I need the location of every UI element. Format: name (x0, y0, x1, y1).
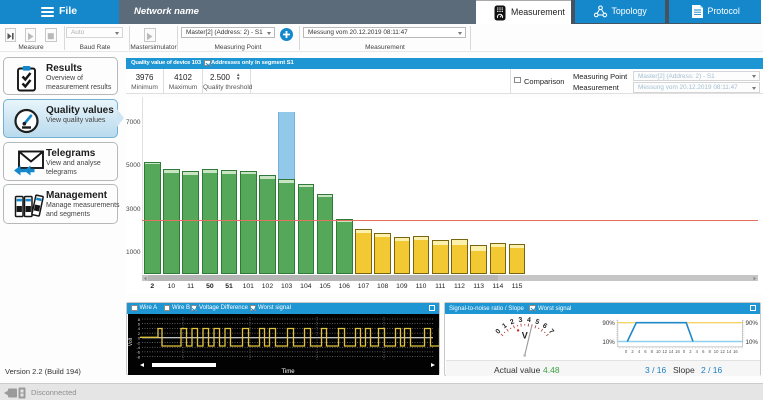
svg-text:90%: 90% (746, 320, 759, 327)
svg-text:10%: 10% (602, 339, 615, 346)
svg-text:4: 4 (527, 317, 532, 324)
svg-text:2: 2 (509, 318, 515, 326)
svg-text:16: 16 (733, 349, 738, 354)
svg-text:2: 2 (689, 349, 692, 354)
svg-text:8: 8 (651, 349, 654, 354)
svg-text:4: 4 (638, 349, 641, 354)
svg-text:10: 10 (656, 349, 661, 354)
svg-text:8: 8 (709, 349, 712, 354)
svg-text:10: 10 (714, 349, 719, 354)
svg-text:0: 0 (683, 349, 686, 354)
svg-text:Time: Time (281, 369, 295, 375)
svg-text:10%: 10% (746, 339, 759, 346)
svg-text:90%: 90% (602, 320, 615, 327)
svg-text:12: 12 (662, 349, 667, 354)
svg-text:6: 6 (541, 322, 548, 330)
svg-text:6: 6 (702, 349, 705, 354)
svg-text:1: 1 (501, 322, 508, 330)
svg-text:V: V (522, 330, 528, 340)
svg-text:Volt: Volt (128, 337, 134, 346)
svg-text:14: 14 (669, 349, 674, 354)
svg-text:-8: -8 (136, 354, 140, 359)
svg-text:2: 2 (631, 349, 634, 354)
svg-text:4: 4 (696, 349, 699, 354)
svg-text:3: 3 (518, 317, 523, 324)
svg-text:12: 12 (720, 349, 725, 354)
svg-text:6: 6 (644, 349, 647, 354)
svg-text:14: 14 (727, 349, 732, 354)
svg-text:16: 16 (675, 349, 680, 354)
svg-text:5: 5 (534, 318, 540, 326)
svg-text:0: 0 (625, 349, 628, 354)
